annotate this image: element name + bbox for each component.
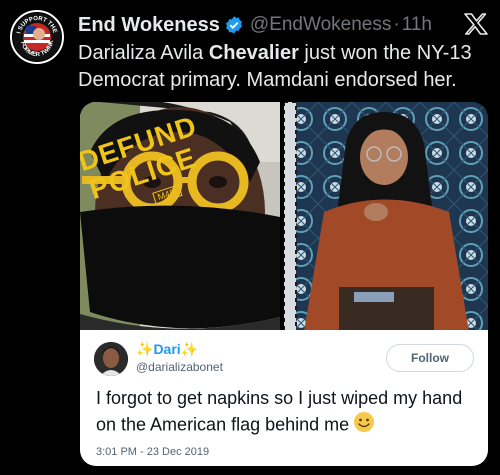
sparkle-icon: ✨: [136, 341, 154, 357]
post-time[interactable]: 11h: [402, 14, 432, 36]
sparkle-icon: ✨: [180, 341, 199, 357]
embedded-author-name-text: Dari: [153, 341, 181, 357]
post-text-part: Darializa Avila: [78, 42, 209, 64]
author-handle[interactable]: @EndWokeness: [250, 14, 391, 36]
embedded-author-handle[interactable]: @darializabonet: [136, 360, 223, 374]
smiling-face-emoji: [353, 411, 375, 440]
post-text: Darializa Avila Chevalier just won the N…: [78, 40, 488, 94]
mask-tag: M48I: [152, 184, 183, 205]
x-logo-icon[interactable]: [464, 13, 488, 40]
verified-badge-icon: [224, 15, 244, 35]
embedded-tweet-timestamp[interactable]: 3:01 PM - 23 Dec 2019: [96, 446, 209, 458]
embedded-tweet-card[interactable]: ✨Dari✨ @darializabonet Follow I forgot t…: [80, 330, 488, 466]
author-name[interactable]: End Wokeness: [78, 14, 220, 37]
post-text-bold: Chevalier: [208, 42, 299, 64]
podium-illustration: [284, 102, 488, 332]
embedded-author-name[interactable]: ✨Dari✨: [136, 341, 198, 358]
embedded-author-avatar[interactable]: [94, 342, 128, 376]
author-avatar[interactable]: I SUPPORT THE FORMER TWINKS: [10, 10, 64, 64]
media-photo-podium[interactable]: [284, 102, 488, 332]
post-media[interactable]: DEFUND POLICE M48I: [80, 102, 488, 332]
avatar-badge-icon: I SUPPORT THE FORMER TWINKS: [12, 12, 61, 61]
embedded-tweet-text-content: I forgot to get napkins so I just wiped …: [96, 388, 463, 435]
embedded-avatar-image: [94, 342, 128, 376]
embedded-tweet-text: I forgot to get napkins so I just wiped …: [96, 386, 476, 440]
follow-button[interactable]: Follow: [386, 344, 474, 372]
post-header: End Wokeness @EndWokeness · 11h: [78, 12, 450, 38]
separator-dot: ·: [393, 14, 400, 35]
media-photo-selfie[interactable]: DEFUND POLICE M48I: [80, 102, 280, 332]
